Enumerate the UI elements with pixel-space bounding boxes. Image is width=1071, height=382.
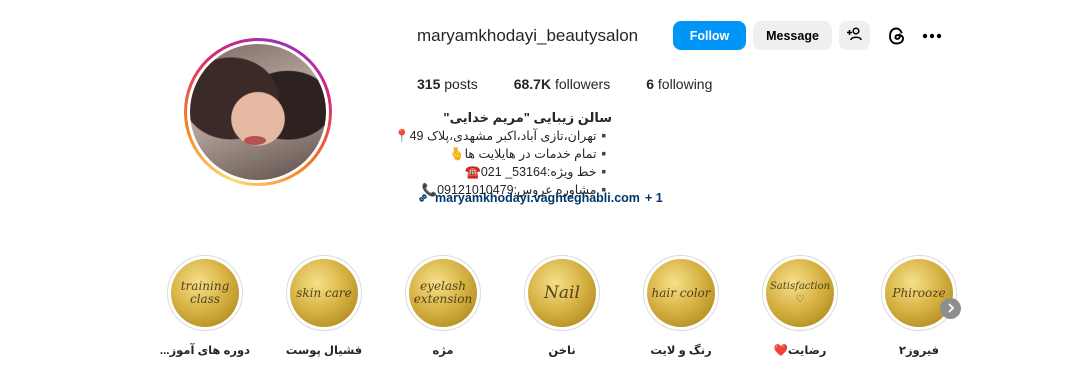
- person-add-icon: [846, 26, 863, 45]
- highlight-item[interactable]: skin care: [286, 255, 362, 331]
- highlights-next-button[interactable]: [940, 298, 961, 319]
- highlight-cover-text: Phirooze: [892, 285, 946, 300]
- highlight-item[interactable]: Satisfaction ♡: [762, 255, 838, 331]
- bio-line: ▪️خط ویژه:53164_ 021☎️: [465, 165, 612, 179]
- highlight-cover-text: Nail: [544, 282, 580, 303]
- highlight-label[interactable]: فشیال پوست: [269, 343, 379, 357]
- highlight-cover: training class: [171, 259, 239, 327]
- profile-username: maryamkhodayi_beautysalon: [417, 26, 639, 45]
- more-horizontal-icon[interactable]: [920, 24, 944, 48]
- highlight-cover-text: training class: [180, 279, 230, 306]
- highlight-label[interactable]: دوره های آموز...: [150, 343, 260, 357]
- followers-stat[interactable]: 68.7K followers: [514, 76, 611, 92]
- highlight-cover: hair color: [647, 259, 715, 327]
- highlight-label[interactable]: رنگ و لایت: [626, 343, 736, 357]
- posts-label: posts: [444, 76, 478, 92]
- suggest-users-button[interactable]: [839, 21, 870, 50]
- highlight-item[interactable]: Nail: [524, 255, 600, 331]
- posts-stat[interactable]: 315 posts: [417, 76, 478, 92]
- bio-link[interactable]: maryamkhodayi.vaghteghabli.com + 1: [417, 191, 663, 205]
- highlight-label[interactable]: ناخن: [507, 343, 617, 357]
- highlight-item[interactable]: Phirooze: [881, 255, 957, 331]
- highlight-cover-text: skin care: [296, 285, 352, 300]
- highlight-label[interactable]: مژه: [388, 343, 498, 357]
- followers-label: followers: [554, 76, 611, 92]
- highlight-cover-text: hair color: [651, 285, 711, 300]
- highlight-cover: Nail: [528, 259, 596, 327]
- bio-link-text[interactable]: maryamkhodayi.vaghteghabli.com: [435, 191, 640, 205]
- highlight-cover: Satisfaction ♡: [766, 259, 834, 327]
- highlight-item[interactable]: eyelash extension: [405, 255, 481, 331]
- bio-name: سالن زیبایی "مریم خدایی": [443, 110, 612, 125]
- following-stat[interactable]: 6 following: [646, 76, 712, 92]
- chevron-right-icon: [946, 300, 956, 318]
- threads-icon[interactable]: [885, 24, 909, 48]
- link-icon: [417, 191, 431, 205]
- profile-bio: سالن زیبایی "مریم خدایی" ▪️تهران،تازی آب…: [300, 109, 612, 199]
- bio-line: ▪️تمام خدمات در هایلایت ها🫰: [449, 147, 612, 161]
- message-button[interactable]: Message: [753, 21, 832, 50]
- highlight-item[interactable]: training class: [167, 255, 243, 331]
- following-count: 6: [646, 76, 655, 92]
- bio-line: ▪️تهران،تازی آباد،اکبر مشهدی،پلاک 49📍: [394, 129, 612, 143]
- profile-stats: 315 posts 68.7K followers 6 following: [417, 76, 748, 92]
- profile-page: maryamkhodayi_beautysalon Follow Message…: [0, 0, 1071, 382]
- highlight-cover: skin care: [290, 259, 358, 327]
- highlight-cover: eyelash extension: [409, 259, 477, 327]
- highlight-item[interactable]: hair color: [643, 255, 719, 331]
- followers-count: 68.7K: [513, 76, 552, 92]
- highlight-cover: Phirooze: [885, 259, 953, 327]
- highlight-cover-text: Satisfaction ♡: [769, 281, 831, 305]
- highlight-label[interactable]: فیروز۲: [864, 343, 974, 357]
- following-label: following: [657, 76, 713, 92]
- posts-count: 315: [417, 76, 441, 92]
- bio-link-extra[interactable]: + 1: [645, 191, 663, 205]
- follow-button[interactable]: Follow: [673, 21, 746, 50]
- highlight-label[interactable]: رضایت❤️: [745, 343, 855, 357]
- highlight-cover-text: eyelash extension: [413, 279, 473, 306]
